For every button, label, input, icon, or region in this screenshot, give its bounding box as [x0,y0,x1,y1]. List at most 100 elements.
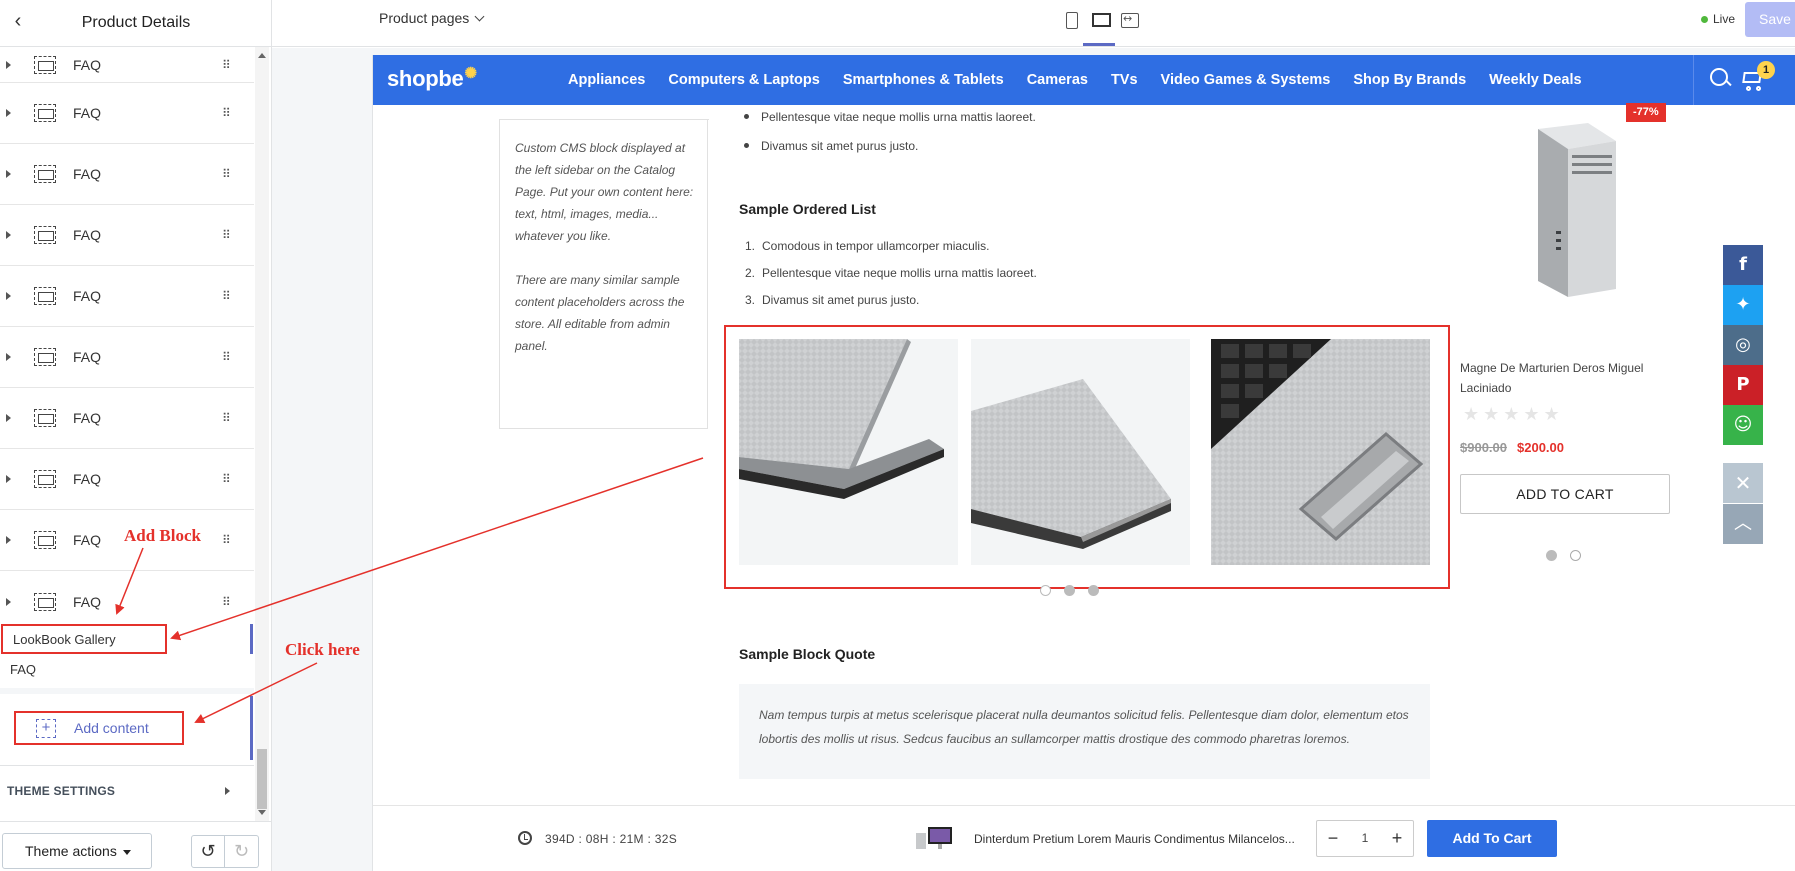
nav-item-cameras[interactable]: Cameras [1027,72,1088,88]
sidebar-item-label: FAQ [73,410,102,426]
pagination-dot[interactable] [1040,585,1051,596]
drag-handle-icon[interactable]: ⠿ [222,596,232,608]
pagination-dot[interactable] [1570,550,1581,561]
sidebar-item-faq[interactable]: FAQ ⠿ [0,327,254,388]
gallery-image-laptop-closed[interactable] [971,339,1190,565]
twitter-icon[interactable]: ✦ [1723,285,1763,325]
drag-handle-icon[interactable]: ⠿ [222,534,232,546]
scroll-up-icon[interactable] [258,53,266,58]
nav-item-video-games[interactable]: Video Games & Systems [1161,72,1331,88]
nav-item-brands[interactable]: Shop By Brands [1353,72,1466,88]
expand-caret-icon[interactable] [4,60,12,70]
gallery-image-laptop-open[interactable] [739,339,958,565]
sidebar-item-label: FAQ [73,56,102,73]
expand-caret-icon[interactable] [4,413,12,423]
drag-handle-icon[interactable]: ⠿ [222,107,232,119]
sidebar-item-faq[interactable]: FAQ ⠿ [0,266,254,327]
block-faq[interactable]: FAQ [0,654,254,684]
undo-button[interactable]: ↺ [191,835,225,868]
sidebar-item-faq[interactable]: FAQ ⠿ [0,83,254,144]
pagination-dot[interactable] [1088,585,1099,596]
sidebar-title: Product Details [81,14,191,31]
close-icon[interactable]: ✕ [1723,463,1763,503]
nav-item-tvs[interactable]: TVs [1111,72,1138,88]
save-button[interactable]: Save [1745,2,1795,37]
live-status: Live [1701,12,1735,26]
expand-caret-icon[interactable] [4,535,12,545]
drag-handle-icon[interactable]: ⠿ [222,229,232,241]
add-to-cart-button[interactable]: ADD TO CART [1460,474,1670,514]
expand-caret-icon[interactable] [4,230,12,240]
selection-indicator [250,696,253,760]
add-content-button[interactable]: + Add content [14,711,184,745]
nav-item-weekly-deals[interactable]: Weekly Deals [1489,72,1581,88]
drag-handle-icon[interactable]: ⠿ [222,473,232,485]
fullwidth-view-icon[interactable] [1119,10,1139,30]
product-name[interactable]: Magne De Marturien Deros Miguel Laciniad… [1460,358,1650,398]
plus-icon[interactable]: + [1381,821,1413,856]
instagram-icon[interactable]: ◎ [1723,325,1763,365]
sidebar-item-label: FAQ [73,349,102,365]
theme-actions-dropdown[interactable]: Theme actions [2,833,152,869]
sidebar-scrollbar[interactable] [255,47,269,821]
snapchat-icon[interactable]: ☺ [1723,405,1763,445]
annotation-click-here: Click here [285,640,360,659]
sticky-add-to-cart-button[interactable]: Add To Cart [1427,820,1557,857]
scroll-top-icon[interactable]: ︿ [1723,504,1763,544]
theme-settings-row[interactable]: THEME SETTINGS [0,765,254,815]
rating-stars-icon: ★★★★★ [1463,404,1564,425]
expand-caret-icon[interactable] [4,597,12,607]
nav-item-smartphones[interactable]: Smartphones & Tablets [843,72,1004,88]
gallery-image-laptop-touchpad[interactable] [1211,339,1430,565]
nav-item-computers[interactable]: Computers & Laptops [668,72,819,88]
computer-tower-illustration [1538,123,1616,297]
sale-price: $200.00 [1517,440,1564,455]
drag-handle-icon[interactable]: ⠿ [222,351,232,363]
nav-item-appliances[interactable]: Appliances [568,72,645,88]
desktop-view-icon[interactable] [1090,10,1111,30]
store-logo[interactable]: shopbe✺ [387,65,477,92]
redo-button[interactable]: ↻ [225,835,259,868]
sidebar-item-faq[interactable]: FAQ ⠿ [0,205,254,266]
facebook-icon[interactable]: f [1723,245,1763,285]
sidebar-item-faq[interactable]: FAQ ⠿ [0,571,254,632]
section-block-icon [34,531,56,549]
sidebar-item-faq[interactable]: FAQ ⠿ [0,47,254,83]
expand-caret-icon[interactable] [4,291,12,301]
cart-wheel-shape [1746,86,1751,91]
pagination-dot-active[interactable] [1546,550,1557,561]
page-select-label: Product pages [379,10,470,26]
block-label: FAQ [10,661,37,677]
expand-caret-icon[interactable] [4,108,12,118]
expand-caret-icon[interactable] [4,352,12,362]
scroll-down-icon[interactable] [258,810,266,815]
logo-text: shopbe [387,66,464,91]
quantity-input[interactable]: 1 [1349,821,1381,856]
back-arrow-icon[interactable]: ‹ [6,9,30,33]
sidebar-item-faq[interactable]: FAQ ⠿ [0,144,254,205]
expand-caret-icon[interactable] [4,474,12,484]
block-label: LookBook Gallery [13,631,116,647]
expand-caret-icon[interactable] [4,169,12,179]
pinterest-icon[interactable]: P [1723,365,1763,405]
list-text: Divamus sit amet purus justo. [762,293,920,307]
drag-handle-icon[interactable]: ⠿ [222,290,232,302]
page-type-select[interactable]: Product pages [379,10,485,26]
drag-handle-icon[interactable]: ⠿ [222,59,232,71]
sidebar-item-faq[interactable]: FAQ ⠿ [0,388,254,449]
list-text: Pellentesque vitae neque mollis urna mat… [762,266,1037,280]
sidebar-item-faq[interactable]: FAQ ⠿ [0,449,254,510]
product-image[interactable] [1498,121,1650,307]
scrollbar-thumb[interactable] [257,749,267,809]
chevron-right-icon [225,787,230,795]
sidebar-item-label: FAQ [73,593,102,610]
mobile-view-icon[interactable] [1061,10,1081,30]
pagination-dot-active[interactable] [1064,585,1075,596]
minus-icon[interactable]: − [1317,821,1349,856]
drag-handle-icon[interactable]: ⠿ [222,168,232,180]
block-lookbook-gallery[interactable]: LookBook Gallery [1,624,167,654]
editor-topbar: Product pages Live Save [272,0,1795,47]
drag-handle-icon[interactable]: ⠿ [222,412,232,424]
search-icon[interactable] [1694,55,1745,105]
cart-count-badge: 1 [1757,61,1775,79]
